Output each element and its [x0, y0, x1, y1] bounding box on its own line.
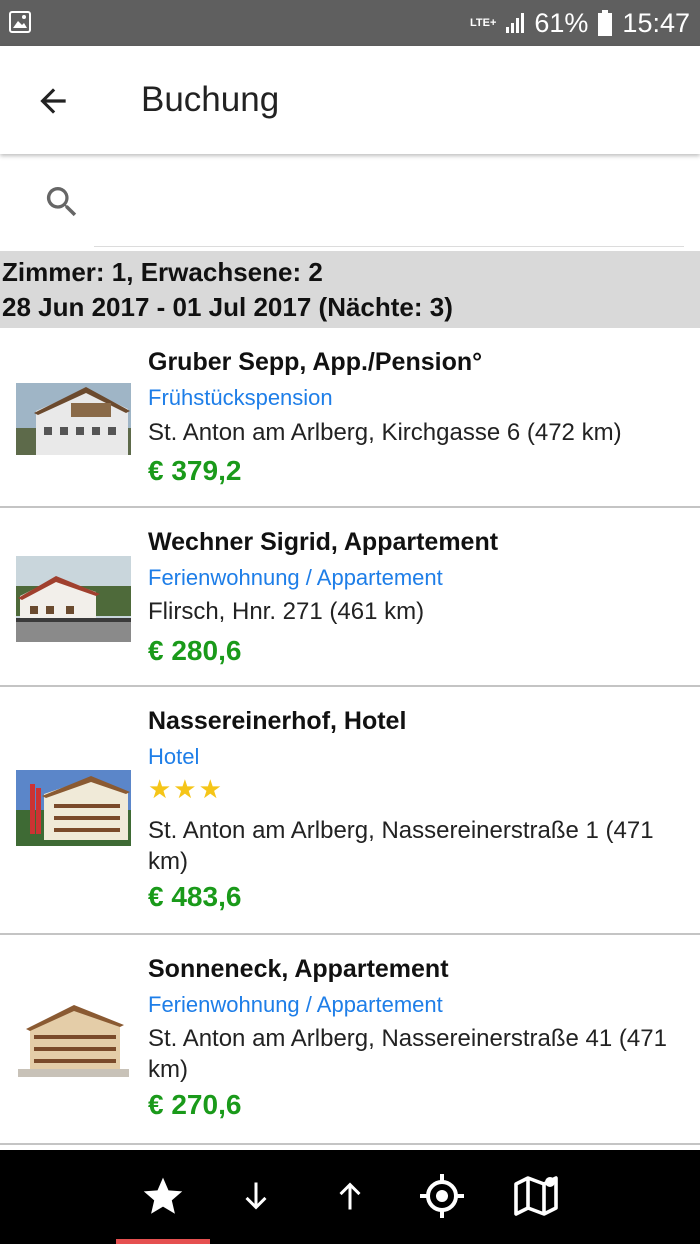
listing-address: St. Anton am Arlberg, Nassereinerstraße …: [148, 817, 654, 875]
booking-summary: Zimmer: 1, Erwachsene: 2 28 Jun 2017 - 0…: [0, 251, 700, 328]
listing-type[interactable]: Ferienwohnung / Appartement: [148, 565, 443, 591]
listing-type[interactable]: Ferienwohnung / Appartement: [148, 992, 443, 1018]
gallery-notification-icon: [9, 11, 31, 33]
listing-photo: [16, 1001, 131, 1079]
listing-price: € 280,6: [148, 635, 242, 666]
listing-name: Sonneneck, Appartement: [148, 955, 449, 983]
listing-price: € 270,6: [148, 1089, 242, 1120]
locate-crosshair-icon[interactable]: [418, 1172, 466, 1220]
page-title: Buchung: [141, 80, 280, 119]
rating-stars: ★★★: [148, 774, 224, 804]
listing-item[interactable]: Gruber Sepp, App./Pension° Frühstückspen…: [0, 328, 700, 508]
favorites-star-icon[interactable]: [139, 1172, 187, 1220]
clock: 15:47: [622, 7, 690, 38]
network-type: LTE+: [469, 16, 497, 29]
status-right: LTE+ 61% 15:47: [470, 0, 690, 46]
status-bar: LTE+ 61% 15:47: [0, 0, 700, 46]
battery-percent: 61%: [534, 7, 589, 38]
search-underline: [94, 246, 684, 247]
listing-address: Flirsch, Hnr. 271 (461 km): [148, 598, 425, 625]
bottom-navigation: [0, 1150, 700, 1244]
listing-price: € 483,6: [148, 881, 242, 912]
search-icon[interactable]: [42, 182, 82, 222]
listing-type[interactable]: Hotel: [148, 744, 199, 770]
search-input[interactable]: [94, 180, 678, 226]
back-arrow-icon[interactable]: [34, 82, 72, 120]
listing-photo: [16, 556, 131, 642]
listing-name: Wechner Sigrid, Appartement: [148, 528, 499, 556]
summary-dates: 28 Jun 2017 - 01 Jul 2017 (Nächte: 3): [2, 292, 453, 322]
listing-address: St. Anton am Arlberg, Kirchgasse 6 (472 …: [148, 419, 622, 446]
listing-photo: [16, 770, 131, 846]
app-bar: Buchung: [0, 46, 700, 154]
listing-list: Gruber Sepp, App./Pension° Frühstückspen…: [0, 328, 700, 1145]
listing-photo: [16, 383, 131, 455]
active-tab-indicator: [116, 1239, 210, 1244]
listing-name: Gruber Sepp, App./Pension°: [148, 348, 483, 376]
listing-name: Nassereinerhof, Hotel: [148, 707, 407, 735]
listing-type[interactable]: Frühstückspension: [148, 385, 333, 411]
sort-descending-icon[interactable]: [232, 1172, 280, 1220]
listing-item[interactable]: Sonneneck, Appartement Ferienwohnung / A…: [0, 935, 700, 1145]
battery-icon: [598, 10, 613, 36]
listing-price: € 379,2: [148, 455, 242, 486]
signal-icon: [506, 13, 525, 33]
sort-ascending-icon[interactable]: [326, 1172, 374, 1220]
summary-rooms-guests: Zimmer: 1, Erwachsene: 2: [2, 257, 323, 287]
listing-item[interactable]: Nassereinerhof, Hotel Hotel ★★★ St. Anto…: [0, 687, 700, 935]
listing-address: St. Anton am Arlberg, Nassereinerstraße …: [148, 1025, 667, 1083]
map-icon[interactable]: [512, 1172, 560, 1220]
listing-item[interactable]: Wechner Sigrid, Appartement Ferienwohnun…: [0, 508, 700, 687]
